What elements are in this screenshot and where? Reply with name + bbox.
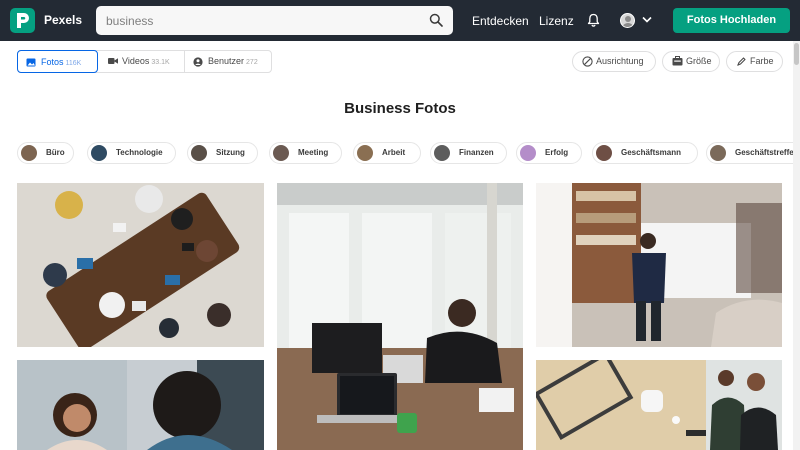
chip-thumbnail: [273, 145, 289, 161]
chip-label: Meeting: [298, 148, 329, 157]
chip-label: Erfolg: [545, 148, 569, 157]
photo-image: [536, 183, 782, 347]
chip-thumbnail: [710, 145, 726, 161]
top-bar: Pexels Entdecken Lizenz Fotos Hochladen: [0, 0, 800, 41]
video-icon: [108, 58, 118, 64]
search-input[interactable]: [106, 6, 416, 35]
media-tabs: Fotos 116K Videos 33.1K Benutzer 272: [17, 50, 272, 73]
photo-card[interactable]: [17, 183, 264, 347]
orientation-icon: [582, 56, 593, 67]
chip-thumbnail: [91, 145, 107, 161]
color-filter-label: Farbe: [750, 56, 774, 66]
tab-users-count: 272: [246, 59, 258, 66]
tab-users[interactable]: Benutzer 272: [184, 50, 272, 73]
photo-image: [536, 360, 782, 450]
search-icon[interactable]: [429, 13, 443, 27]
chip-label: Sitzung: [216, 148, 245, 157]
photo-card[interactable]: [536, 183, 782, 347]
chip-thumbnail: [357, 145, 373, 161]
chip-thumbnail: [21, 145, 37, 161]
chip-label: Büro: [46, 148, 65, 157]
avatar[interactable]: [620, 13, 635, 28]
chip-thumbnail: [520, 145, 536, 161]
photo-image: [277, 183, 523, 450]
chip-meeting[interactable]: Meeting: [269, 142, 342, 164]
chip-geschaeftstreffen[interactable]: Geschäftstreffen: [706, 142, 793, 164]
chip-label: Technologie: [116, 148, 163, 157]
color-icon: [737, 57, 746, 66]
color-filter-button[interactable]: Farbe: [726, 51, 783, 72]
tab-videos[interactable]: Videos 33.1K: [106, 50, 194, 73]
tab-photos[interactable]: Fotos 116K: [17, 50, 98, 73]
photo-image: [17, 360, 264, 450]
chip-finanzen[interactable]: Finanzen: [430, 142, 507, 164]
chip-buero[interactable]: Büro: [17, 142, 74, 164]
page-title: Business Fotos: [344, 100, 456, 117]
tab-photos-label: Fotos: [41, 57, 64, 67]
photo-card[interactable]: [277, 183, 523, 450]
chip-sitzung[interactable]: Sitzung: [187, 142, 258, 164]
image-icon: [26, 58, 36, 67]
chip-geschaeftsmann[interactable]: Geschäftsmann: [592, 142, 698, 164]
brand-name[interactable]: Pexels: [44, 13, 82, 27]
chip-technologie[interactable]: Technologie: [87, 142, 176, 164]
tab-videos-count: 33.1K: [151, 59, 170, 66]
size-filter-button[interactable]: Größe: [662, 51, 720, 72]
chip-thumbnail: [434, 145, 450, 161]
chip-thumbnail: [596, 145, 612, 161]
chip-erfolg[interactable]: Erfolg: [516, 142, 582, 164]
chip-thumbnail: [191, 145, 207, 161]
photo-card[interactable]: [17, 360, 264, 450]
size-icon: [672, 56, 683, 66]
photo-image: [17, 183, 264, 347]
chip-label: Geschäftsmann: [621, 148, 682, 157]
photo-card[interactable]: [536, 360, 782, 450]
bell-icon[interactable]: [587, 13, 600, 27]
size-filter-label: Größe: [686, 56, 712, 66]
tab-videos-label: Videos: [122, 56, 150, 66]
chip-label: Arbeit: [382, 148, 406, 157]
tab-photos-count: 116K: [65, 60, 82, 67]
chip-label: Finanzen: [459, 148, 494, 157]
chip-arbeit[interactable]: Arbeit: [353, 142, 421, 164]
scrollbar-thumb[interactable]: [794, 43, 799, 65]
orientation-filter-label: Ausrichtung: [596, 56, 644, 66]
tab-users-label: Benutzer: [208, 56, 245, 66]
user-icon: [193, 57, 203, 67]
search-bar[interactable]: [96, 6, 453, 35]
pexels-logo-icon: [17, 13, 29, 28]
orientation-filter-button[interactable]: Ausrichtung: [572, 51, 656, 72]
nav-license-link[interactable]: Lizenz: [539, 14, 574, 28]
chevron-down-icon[interactable]: [642, 16, 652, 23]
upload-photos-button[interactable]: Fotos Hochladen: [673, 8, 790, 33]
related-searches: Büro Technologie Sitzung Meeting Arbeit …: [0, 142, 793, 164]
pexels-logo[interactable]: [10, 8, 35, 33]
nav-explore-link[interactable]: Entdecken: [472, 14, 529, 28]
chip-label: Geschäftstreffen: [735, 148, 793, 157]
